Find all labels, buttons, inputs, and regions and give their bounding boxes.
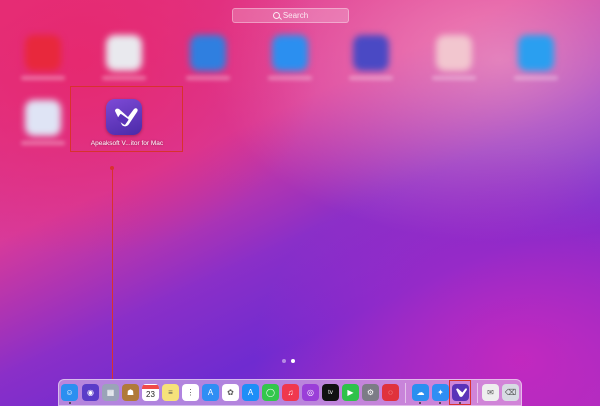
messages-icon[interactable]: ◯ xyxy=(262,384,279,401)
document-app-icon[interactable] xyxy=(106,35,142,71)
photos-icon[interactable]: ✿ xyxy=(222,384,239,401)
purple-globe-app-icon[interactable] xyxy=(353,35,389,71)
app-label-blurred xyxy=(21,76,65,80)
app-label-blurred xyxy=(349,76,393,80)
search-placeholder: Search xyxy=(282,11,309,20)
music-icon[interactable]: ♫ xyxy=(282,384,299,401)
search-field[interactable]: Search xyxy=(232,8,349,23)
app-store-icon[interactable]: A xyxy=(242,384,259,401)
calendar-day: 23 xyxy=(146,389,155,399)
launchpad-icon[interactable]: ▦ xyxy=(102,384,119,401)
system-preferences-icon[interactable]: ⚙ xyxy=(362,384,379,401)
reminders-icon[interactable]: ⋮ xyxy=(182,384,199,401)
app-label-blurred xyxy=(268,76,312,80)
dock-separator xyxy=(477,383,478,403)
facetime-icon[interactable]: ▶ xyxy=(342,384,359,401)
contacts-icon[interactable]: ☗ xyxy=(122,384,139,401)
light-blue-app-icon[interactable] xyxy=(518,35,554,71)
app-label: Apeaksoft V...itor for Mac xyxy=(90,140,164,147)
podcasts-icon[interactable]: ◎ xyxy=(302,384,319,401)
light-app-icon[interactable] xyxy=(25,100,61,136)
notes-icon[interactable]: ≡ xyxy=(162,384,179,401)
cloud-app-icon[interactable]: ☁ xyxy=(412,384,429,401)
app-label-blurred xyxy=(21,141,65,145)
running-indicator xyxy=(69,402,71,404)
blue-app-icon[interactable] xyxy=(272,35,308,71)
page-indicator[interactable] xyxy=(282,359,295,363)
app-label-blurred xyxy=(102,76,146,80)
apple-tv-icon[interactable]: tv xyxy=(322,384,339,401)
pointer-arrow-line xyxy=(112,168,113,380)
mail-icon[interactable]: ✉ xyxy=(482,384,499,401)
apeaksoft-video-editor-icon[interactable] xyxy=(106,99,142,135)
app-label-blurred xyxy=(514,76,558,80)
pink-tool-app-icon[interactable] xyxy=(436,35,472,71)
safari-icon[interactable]: ✦ xyxy=(432,384,449,401)
page-dot-1[interactable] xyxy=(282,359,286,363)
app-store-search-icon[interactable]: A xyxy=(202,384,219,401)
app-label-blurred xyxy=(186,76,230,80)
netease-music-icon[interactable]: ◌ xyxy=(382,384,399,401)
apple-tv-label: tv xyxy=(328,389,333,396)
blue-globe-app-icon[interactable] xyxy=(190,35,226,71)
trash-icon[interactable]: ⌫ xyxy=(502,384,519,401)
running-indicator xyxy=(419,402,421,404)
dock-separator xyxy=(405,383,406,403)
red-app-icon[interactable] xyxy=(25,35,61,71)
finder-icon[interactable]: ☺ xyxy=(61,384,78,401)
page-dot-2[interactable] xyxy=(291,359,295,363)
calendar-icon[interactable]: 23 xyxy=(142,384,159,401)
siri-icon[interactable]: ◉ xyxy=(82,384,99,401)
dock-highlight-box xyxy=(449,380,471,405)
running-indicator xyxy=(439,402,441,404)
app-label-blurred xyxy=(432,76,476,80)
search-icon xyxy=(272,12,280,19)
